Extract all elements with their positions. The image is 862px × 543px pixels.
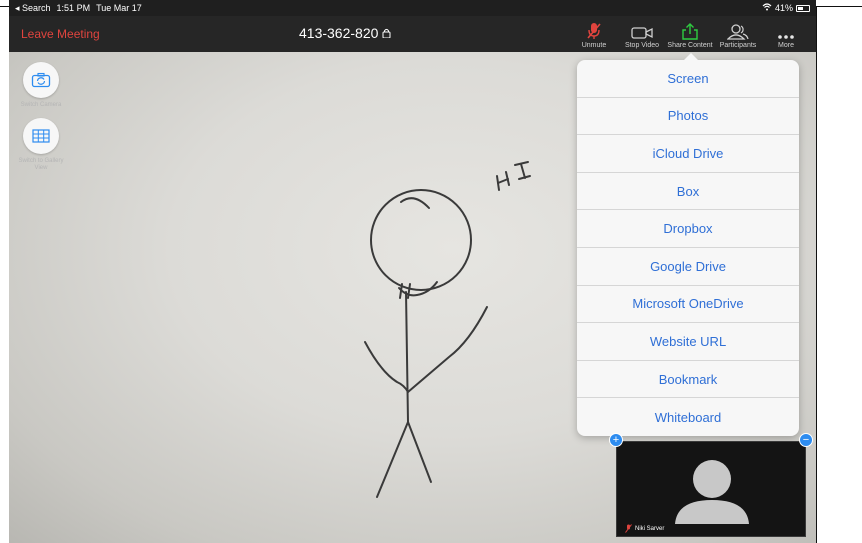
thumbnail-name-tag: Niki Sarver	[625, 524, 664, 533]
unmute-button[interactable]: Unmute	[570, 16, 618, 52]
battery-percent: 41%	[774, 3, 793, 13]
status-back-link[interactable]: ◂ Search	[15, 3, 51, 14]
status-date: Tue Mar 17	[96, 3, 142, 13]
ipad-screen: HI ◂ Search 1:51 PM Tue Mar 17 41% Leave…	[9, 0, 816, 543]
share-content-label: Share Content	[667, 42, 713, 49]
share-option-box[interactable]: Box	[577, 173, 799, 211]
meeting-id-text: 413-362-820	[299, 25, 379, 41]
grid-icon	[32, 129, 50, 143]
participants-label: Participants	[719, 42, 757, 49]
more-button[interactable]: More	[762, 16, 810, 52]
share-content-menu: Screen Photos iCloud Drive Box Dropbox G…	[577, 53, 799, 436]
share-option-icloud-drive[interactable]: iCloud Drive	[577, 135, 799, 173]
share-option-bookmark[interactable]: Bookmark	[577, 361, 799, 399]
gallery-view-label: Switch to Gallery View	[18, 158, 64, 171]
more-label: More	[778, 42, 794, 49]
participants-icon	[727, 24, 749, 40]
meeting-id: 413-362-820	[299, 25, 391, 41]
toolbar-actions: Unmute Stop Video Share Content Particip…	[570, 16, 810, 52]
meeting-toolbar: Leave Meeting 413-362-820 Unmute Stop Vi…	[9, 16, 816, 52]
stop-video-label: Stop Video	[624, 42, 660, 49]
share-option-whiteboard[interactable]: Whiteboard	[577, 398, 799, 436]
muted-mic-small-icon	[625, 524, 632, 533]
status-time: 1:51 PM	[56, 3, 91, 13]
video-camera-icon	[631, 27, 653, 39]
wifi-icon	[762, 3, 772, 13]
switch-camera-icon	[31, 72, 51, 88]
self-video-thumbnail[interactable]: Niki Sarver	[616, 441, 806, 537]
unmute-label: Unmute	[581, 42, 607, 49]
share-option-photos[interactable]: Photos	[577, 98, 799, 136]
share-option-onedrive[interactable]: Microsoft OneDrive	[577, 286, 799, 324]
battery-icon	[796, 4, 810, 12]
share-content-button[interactable]: Share Content	[666, 16, 714, 52]
thumbnail-name: Niki Sarver	[635, 525, 665, 532]
share-upload-icon	[682, 23, 698, 40]
page-border-right	[816, 6, 817, 543]
share-option-screen[interactable]: Screen	[577, 60, 799, 98]
expand-thumbnail-button[interactable]: +	[609, 433, 623, 447]
share-option-dropbox[interactable]: Dropbox	[577, 210, 799, 248]
switch-camera-label: Switch Camera	[20, 102, 62, 108]
stop-video-button[interactable]: Stop Video	[618, 16, 666, 52]
share-option-google-drive[interactable]: Google Drive	[577, 248, 799, 286]
status-bar: ◂ Search 1:51 PM Tue Mar 17 41%	[9, 0, 816, 16]
switch-camera-button[interactable]	[23, 62, 59, 98]
gallery-view-button[interactable]	[23, 118, 59, 154]
leave-meeting-button[interactable]: Leave Meeting	[21, 27, 100, 41]
share-option-website-url[interactable]: Website URL	[577, 323, 799, 361]
participants-button[interactable]: Participants	[714, 16, 762, 52]
muted-mic-icon	[587, 23, 601, 39]
ellipsis-icon	[778, 35, 794, 39]
drawing-text: HI	[9, 52, 25, 56]
lock-icon	[382, 28, 391, 38]
minimize-thumbnail-button[interactable]: −	[799, 433, 813, 447]
